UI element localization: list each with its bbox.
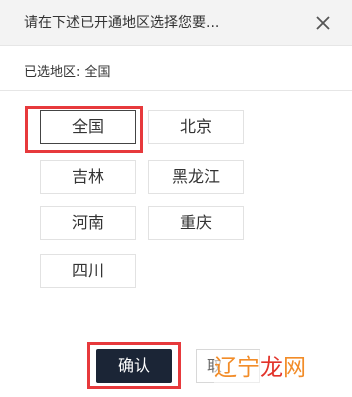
close-icon[interactable] [314, 14, 332, 32]
watermark-part-2: 龙 [260, 355, 283, 381]
confirm-button[interactable]: 确认 [96, 349, 172, 383]
dialog-title: 请在下述已开通地区选择您要... [24, 15, 220, 31]
region-option-sichuan[interactable]: 四川 [40, 254, 136, 288]
watermark-part-3: 网 [283, 355, 306, 381]
region-option-heilongjiang[interactable]: 黑龙江 [148, 160, 244, 194]
cancel-button[interactable]: 取 [196, 349, 260, 383]
selected-region-label: 已选地区: 全国 [24, 65, 111, 80]
selected-region-bar: 已选地区: 全国 [0, 47, 352, 91]
region-select-dialog: 请在下述已开通地区选择您要... 已选地区: 全国 全国 北京 吉林 黑龙江 河… [0, 0, 352, 397]
dialog-header: 请在下述已开通地区选择您要... [0, 0, 352, 46]
region-option-quanguo[interactable]: 全国 [40, 110, 136, 144]
region-option-jilin[interactable]: 吉林 [40, 160, 136, 194]
region-option-henan[interactable]: 河南 [40, 206, 136, 240]
region-option-chongqing[interactable]: 重庆 [148, 206, 244, 240]
region-option-beijing[interactable]: 北京 [148, 110, 244, 144]
